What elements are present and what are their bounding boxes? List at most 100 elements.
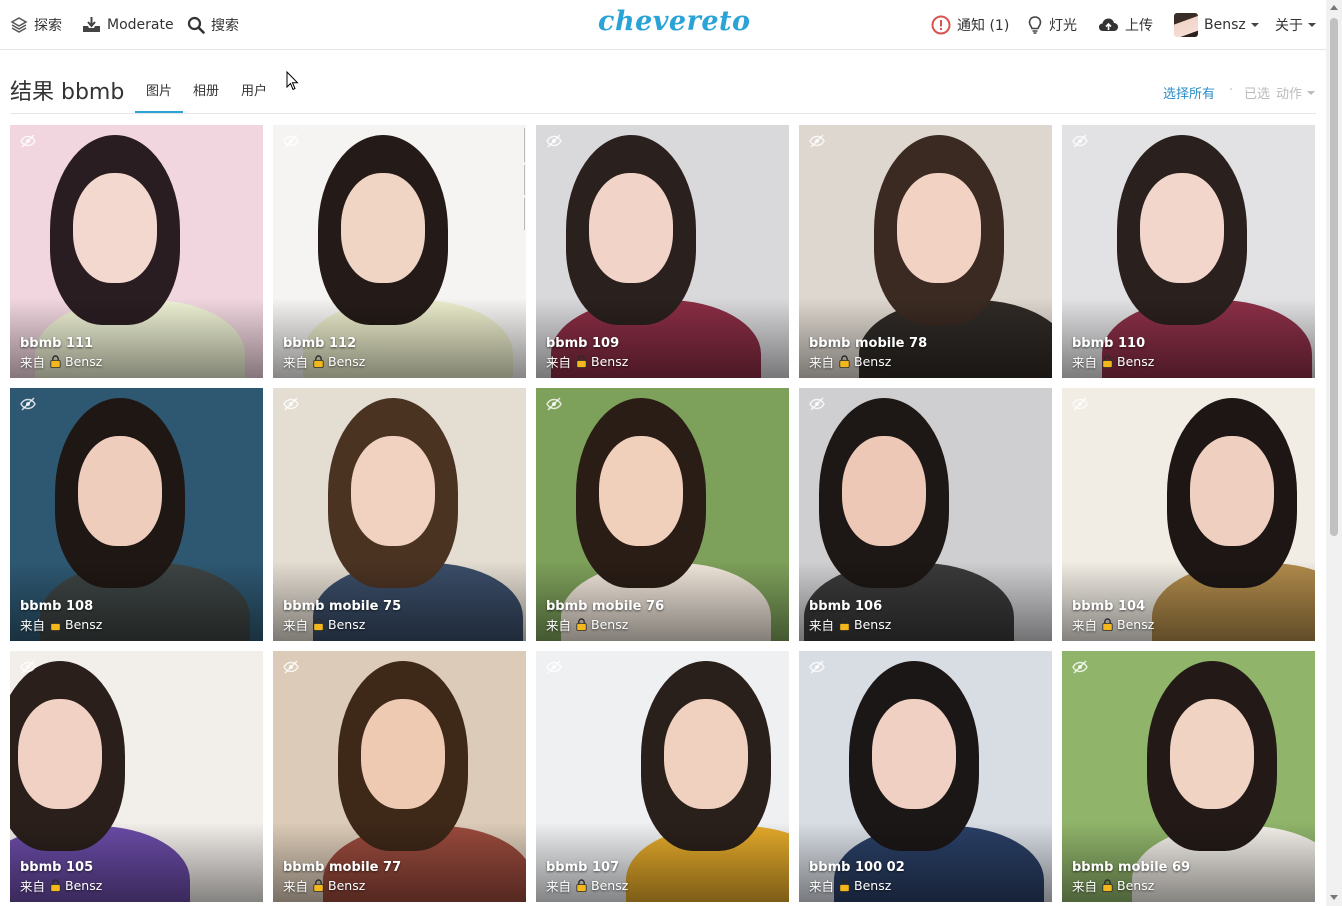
avatar [1174, 12, 1198, 37]
search-menu[interactable]: 搜索 [187, 0, 239, 49]
owner-link[interactable]: Bensz [1117, 354, 1154, 369]
owner-link[interactable]: Bensz [854, 878, 891, 893]
upload-menu[interactable]: 上传 [1098, 0, 1153, 49]
select-all-link[interactable]: 选择所有 [1163, 83, 1215, 102]
lock-icon [839, 879, 850, 892]
site-logo[interactable]: chevereto [598, 6, 751, 37]
tab-users[interactable]: 用户 [241, 80, 267, 99]
owner-link[interactable]: Bensz [1117, 878, 1154, 893]
search-label: 搜索 [211, 17, 239, 34]
search-icon [187, 16, 205, 34]
image-title[interactable]: bbmb 104 [1072, 599, 1145, 614]
photo-face [78, 436, 162, 546]
header-divider [10, 113, 1316, 114]
top-navbar: 探索 Moderate 搜索 chevereto 通知 (1) 灯光 上传 Be… [0, 0, 1326, 50]
chevron-down-icon [1308, 22, 1316, 27]
notifications-menu[interactable]: 通知 (1) [931, 0, 1009, 49]
image-tile[interactable]: bbmb 110 来自 Bensz [1062, 125, 1315, 378]
eye-slash-icon [546, 397, 562, 411]
image-tile[interactable]: bbmb 100 02 来自 Bensz [799, 651, 1052, 902]
image-title[interactable]: bbmb 110 [1072, 336, 1145, 351]
image-tile[interactable]: bbmb 109 来自 Bensz [536, 125, 789, 378]
scrollbar-thumb[interactable] [1330, 18, 1338, 536]
lightbulb-icon [1028, 15, 1042, 34]
image-tile[interactable]: bbmb mobile 76 来自 Bensz [536, 388, 789, 641]
image-title[interactable]: bbmb mobile 78 [809, 336, 927, 351]
photo-face [897, 173, 981, 283]
image-title[interactable]: bbmb 107 [546, 860, 619, 875]
owner-link[interactable]: Bensz [591, 878, 628, 893]
layers-icon [10, 16, 28, 33]
owner-link[interactable]: Bensz [328, 354, 365, 369]
about-menu[interactable]: 关于 [1275, 0, 1316, 49]
mouse-cursor-icon [286, 71, 299, 91]
image-title[interactable]: bbmb 108 [20, 599, 93, 614]
scroll-down-icon[interactable] [1330, 895, 1338, 900]
image-title[interactable]: bbmb mobile 76 [546, 599, 664, 614]
photo-face [1170, 699, 1254, 809]
image-title[interactable]: bbmb 112 [283, 336, 356, 351]
photo-face [361, 699, 445, 809]
tab-images[interactable]: 图片 [146, 80, 172, 99]
lock-icon [1102, 879, 1113, 892]
image-tile[interactable]: bbmb 104 来自 Bensz [1062, 388, 1315, 641]
eye-slash-icon [283, 397, 299, 411]
lock-icon [839, 618, 850, 631]
image-owner: 来自 Bensz [283, 352, 365, 371]
image-tile[interactable]: bbmb mobile 78 来自 Bensz [799, 125, 1052, 378]
eye-slash-icon [546, 134, 562, 148]
image-title[interactable]: bbmb 100 02 [809, 860, 905, 875]
from-label: 来自 [809, 355, 835, 370]
photo-face [589, 173, 673, 283]
image-title[interactable]: bbmb 105 [20, 860, 93, 875]
from-label: 来自 [20, 618, 46, 633]
owner-link[interactable]: Bensz [591, 617, 628, 632]
image-tile[interactable]: bbmb 112 来自 Bensz [273, 125, 526, 378]
image-tile[interactable]: bbmb 107 来自 Bensz [536, 651, 789, 902]
lock-icon [50, 355, 61, 368]
owner-link[interactable]: Bensz [328, 878, 365, 893]
image-title[interactable]: bbmb mobile 69 [1072, 860, 1190, 875]
image-title[interactable]: bbmb 111 [20, 336, 93, 351]
image-tile[interactable]: bbmb 106 来自 Bensz [799, 388, 1052, 641]
image-tile[interactable]: bbmb 111 来自 Bensz [10, 125, 263, 378]
image-title[interactable]: bbmb mobile 77 [283, 860, 401, 875]
explore-menu[interactable]: 探索 [10, 0, 62, 49]
alert-circle-icon [931, 15, 951, 34]
eye-slash-icon [20, 660, 36, 674]
explore-label: 探索 [34, 17, 62, 34]
owner-link[interactable]: Bensz [65, 617, 102, 632]
owner-link[interactable]: Bensz [854, 354, 891, 369]
moderate-menu[interactable]: Moderate [82, 0, 174, 49]
cloud-upload-icon [1099, 18, 1118, 31]
owner-link[interactable]: Bensz [591, 354, 628, 369]
user-menu[interactable]: Bensz [1174, 0, 1259, 49]
scroll-up-icon[interactable] [1330, 5, 1338, 10]
image-tile[interactable]: bbmb 108 来自 Bensz [10, 388, 263, 641]
image-title[interactable]: bbmb 109 [546, 336, 619, 351]
image-owner: 来自 Bensz [1072, 352, 1154, 371]
tab-albums[interactable]: 相册 [193, 80, 219, 99]
owner-link[interactable]: Bensz [854, 617, 891, 632]
action-dropdown[interactable]: 动作 [1276, 83, 1316, 102]
image-tile[interactable]: bbmb mobile 75 来自 Bensz [273, 388, 526, 641]
lightbox-menu[interactable]: 灯光 [1027, 0, 1077, 49]
eye-slash-icon [1072, 134, 1088, 148]
lock-icon [839, 355, 850, 368]
owner-link[interactable]: Bensz [65, 354, 102, 369]
image-owner: 来自 Bensz [809, 615, 891, 634]
photo-face [1140, 173, 1224, 283]
photo-face [872, 699, 956, 809]
image-tile[interactable]: bbmb 105 来自 Bensz [10, 651, 263, 902]
eye-slash-icon [546, 660, 562, 674]
image-tile[interactable]: bbmb mobile 69 来自 Bensz [1062, 651, 1315, 902]
owner-link[interactable]: Bensz [65, 878, 102, 893]
image-title[interactable]: bbmb mobile 75 [283, 599, 401, 614]
image-title[interactable]: bbmb 106 [809, 599, 882, 614]
from-label: 来自 [546, 355, 572, 370]
owner-link[interactable]: Bensz [328, 617, 365, 632]
image-owner: 来自 Bensz [546, 615, 628, 634]
owner-link[interactable]: Bensz [1117, 617, 1154, 632]
eye-slash-icon [283, 660, 299, 674]
image-tile[interactable]: bbmb mobile 77 来自 Bensz [273, 651, 526, 902]
